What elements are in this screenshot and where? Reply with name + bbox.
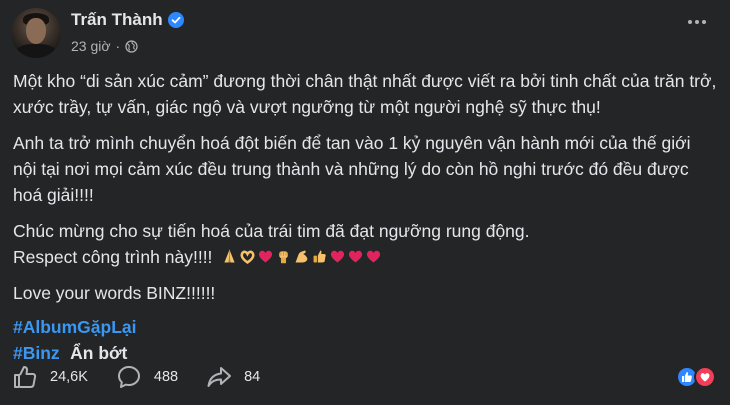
red-heart-icon [367, 250, 381, 263]
comment-count: 488 [153, 369, 179, 385]
post-time[interactable]: 23 giờ [71, 38, 111, 54]
globe-icon[interactable] [125, 39, 138, 53]
see-less-link[interactable]: Ẩn bớt [70, 343, 127, 363]
facebook-post: Trấn Thành 23 giờ · Một kho “di sản xúc … [0, 0, 730, 405]
like-count: 24,6K [50, 369, 88, 385]
share-button[interactable]: 84 [206, 364, 260, 390]
thumbs-up-icon [313, 250, 327, 263]
hashtags: #AlbumGặpLại #Binz Ẩn bớt [13, 314, 718, 366]
emoji-row [221, 248, 382, 265]
post-paragraph: Love your words BINZ!!!!!! [13, 283, 216, 303]
post-paragraph: Anh ta trở mình chuyển hoá đột biến để t… [13, 133, 691, 205]
share-icon [207, 367, 232, 387]
hashtag-link[interactable]: #AlbumGặpLại [13, 317, 137, 337]
post-line: Respect công trình này!!!! [13, 247, 213, 267]
action-bar: 24,6K 488 84 [12, 364, 288, 390]
more-options-button[interactable] [688, 20, 706, 24]
share-count: 84 [244, 369, 261, 385]
comment-icon [117, 366, 140, 388]
folded-hands-icon [224, 249, 235, 263]
avatar[interactable] [11, 8, 61, 58]
author-name[interactable]: Trấn Thành [71, 10, 163, 30]
more-dot-icon [695, 20, 699, 24]
meta-separator: · [115, 38, 121, 54]
post-paragraph: Một kho “di sản xúc cảm” đương thời chân… [13, 71, 717, 117]
heart-hands-icon [240, 250, 255, 264]
flexed-biceps-icon [295, 250, 308, 263]
post-content: Một kho “di sản xúc cảm” đương thời chân… [13, 68, 718, 366]
verified-badge-icon [167, 12, 184, 28]
red-heart-icon [349, 250, 363, 263]
comment-button[interactable]: 488 [116, 364, 178, 390]
red-heart-icon [331, 250, 345, 263]
like-icon [14, 366, 37, 388]
more-dot-icon [688, 20, 692, 24]
red-heart-icon [259, 250, 273, 263]
like-button[interactable]: 24,6K [12, 364, 88, 390]
post-line: Chúc mừng cho sự tiến hoá của trái tim đ… [13, 221, 530, 241]
post-paragraph: Chúc mừng cho sự tiến hoá của trái tim đ… [13, 218, 718, 270]
post-meta: 23 giờ · [71, 38, 138, 54]
reaction-summary[interactable] [676, 366, 716, 388]
hashtag-link[interactable]: #Binz [13, 343, 60, 363]
love-reaction-icon [694, 366, 716, 388]
more-dot-icon [702, 20, 706, 24]
raised-fist-icon [279, 251, 289, 264]
author-line: Trấn Thành [71, 10, 184, 30]
